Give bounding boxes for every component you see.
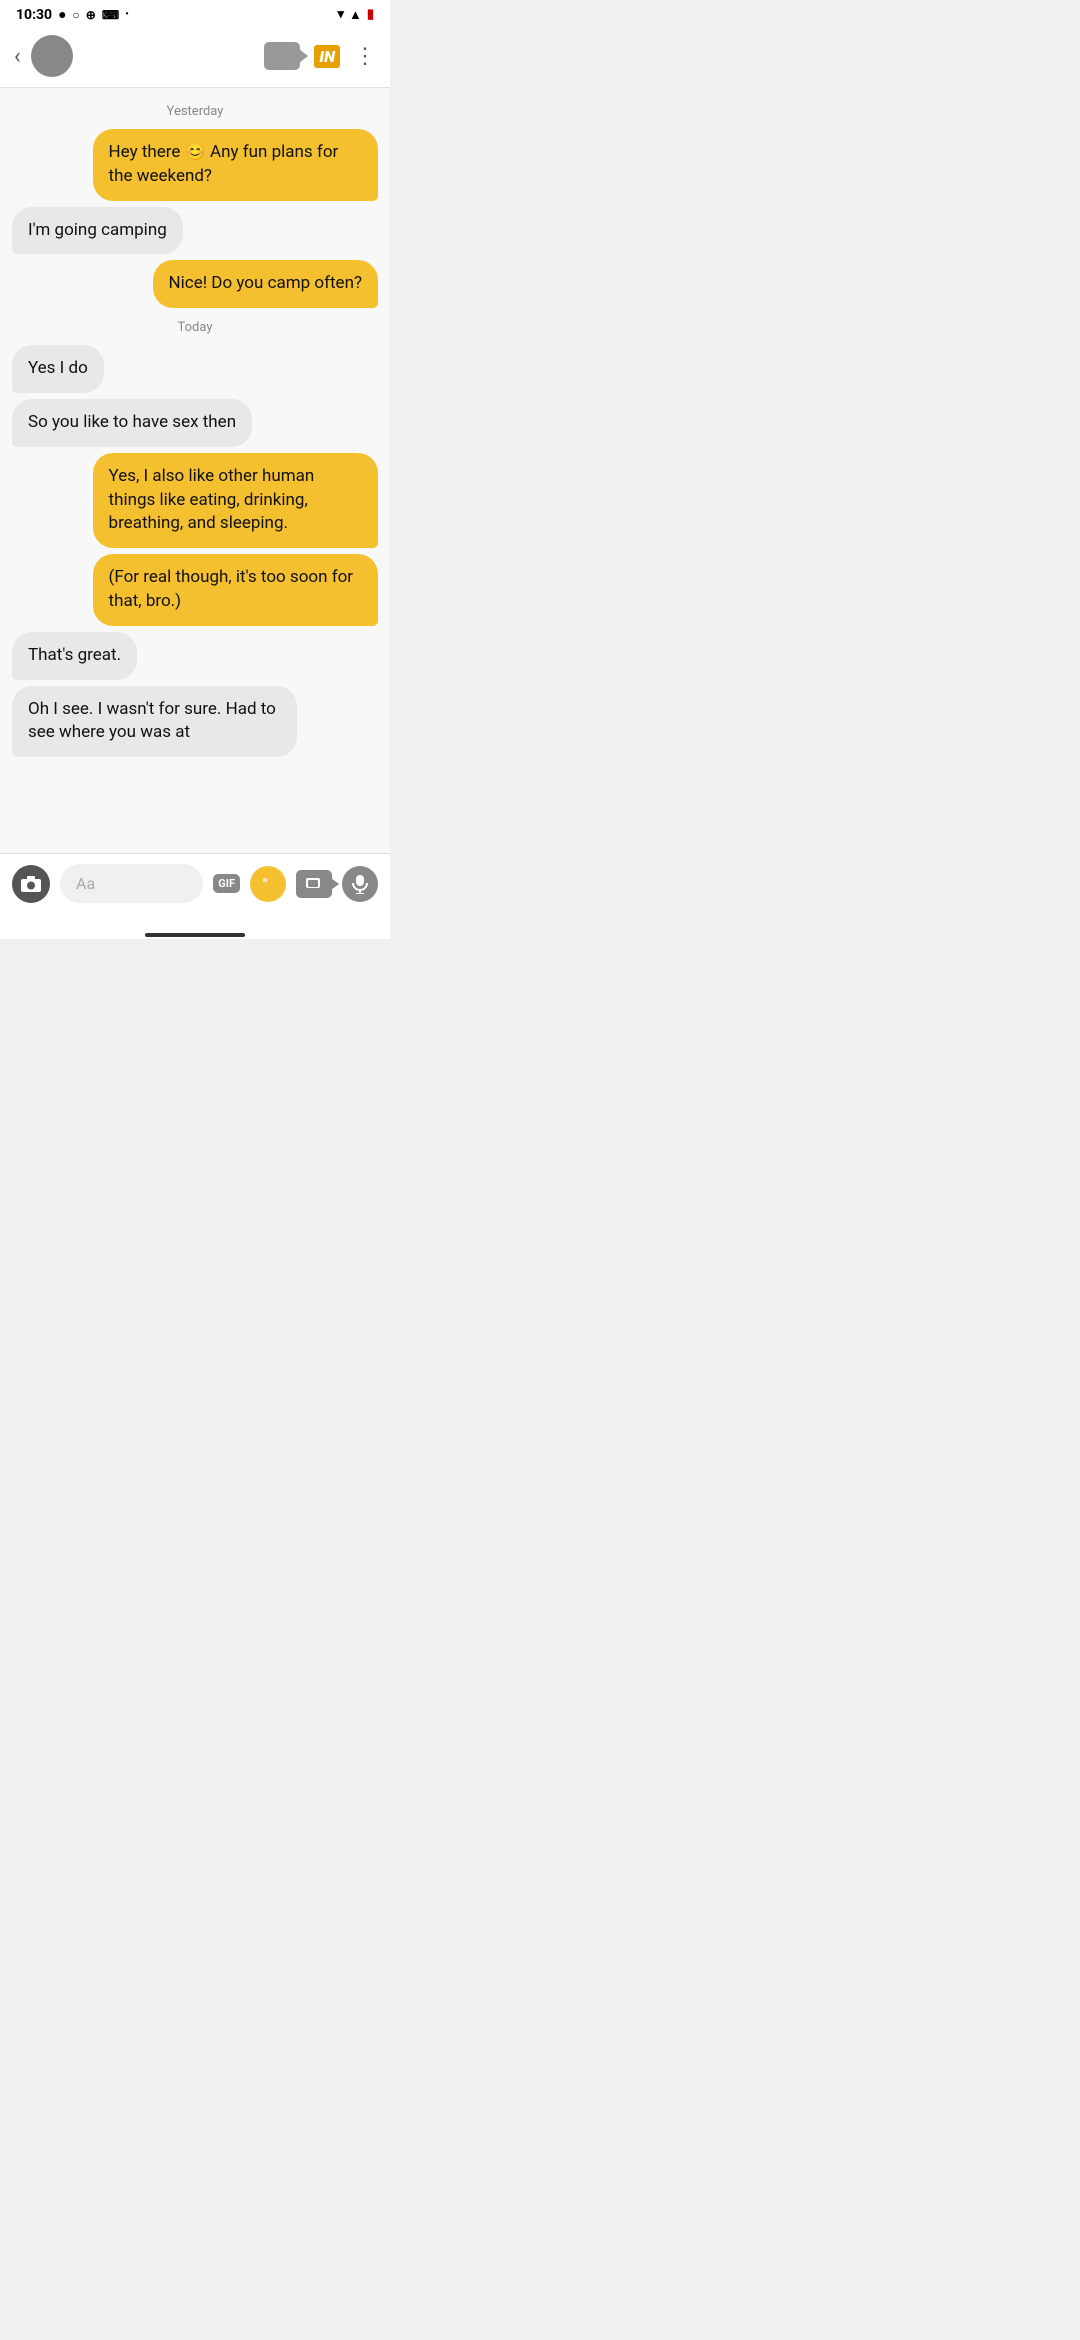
message-row-1: Hey there 😊 Any fun plans for the weeken… [12,129,378,201]
yesterday-label: Yesterday [12,104,378,119]
gif-button[interactable]: GIF [213,874,240,893]
message-bubble-9[interactable]: Oh I see. I wasn't for sure. Had to see … [12,686,297,758]
message-text-3: Nice! Do you camp often? [169,273,362,293]
battery-icon: ▮ [367,7,374,22]
today-label: Today [12,320,378,335]
message-text-6: Yes, I also like other human things like… [109,466,315,534]
message-bubble-4[interactable]: Yes I do [12,345,104,393]
message-row-9: Oh I see. I wasn't for sure. Had to see … [12,686,378,758]
chat-area: Yesterday Hey there 😊 Any fun plans for … [0,88,390,853]
screen-icon [306,878,322,890]
quote-button[interactable]: " [250,866,286,902]
avatar-area [31,35,265,77]
message-text-1: Hey there 😊 Any fun plans for the weeken… [109,142,339,186]
message-text-5: So you like to have sex then [28,412,236,432]
status-left: 10:30 ● ○ ⊕ ⌨ • [16,6,129,23]
microphone-button[interactable] [342,866,378,902]
message-bubble-5[interactable]: So you like to have sex then [12,399,252,447]
message-row-2: I'm going camping [12,207,378,255]
message-text-4: Yes I do [28,358,88,378]
message-text-9: Oh I see. I wasn't for sure. Had to see … [28,699,276,743]
in-badge[interactable]: IN [314,45,340,68]
screen-share-button[interactable] [296,870,332,898]
message-text-8: That's great. [28,645,121,665]
home-bar [145,933,245,937]
dot-icon: ● [58,6,66,23]
more-options-button[interactable]: ⋮ [354,44,376,69]
message-row-4: Yes I do [12,345,378,393]
video-call-button[interactable] [264,42,300,70]
keyboard-icon: ⌨ [102,8,119,22]
message-text-7: (For real though, it's too soon for that… [109,567,354,611]
camera-button[interactable] [12,865,50,903]
quote-icon: " [258,874,278,894]
status-bar: 10:30 ● ○ ⊕ ⌨ • ▾ ▲ ▮ [0,0,390,27]
message-row-8: That's great. [12,632,378,680]
svg-text:": " [263,877,268,893]
signal-icon: ▲ [349,7,362,23]
back-button[interactable]: ‹ [14,44,31,69]
input-placeholder: Aa [76,874,95,893]
message-bubble-7[interactable]: (For real though, it's too soon for that… [93,554,378,626]
wifi-icon: ▾ [337,7,344,22]
avatar[interactable] [31,35,73,77]
header: ‹ IN ⋮ [0,27,390,88]
message-bubble-3[interactable]: Nice! Do you camp often? [153,260,378,308]
message-bubble-8[interactable]: That's great. [12,632,137,680]
message-row-3: Nice! Do you camp often? [12,260,378,308]
mic-icon [351,874,369,894]
message-bubble-1[interactable]: Hey there 😊 Any fun plans for the weeken… [93,129,378,201]
message-input[interactable]: Aa [60,864,203,903]
circle-icon: ○ [73,8,80,22]
dot2-icon: • [125,9,129,20]
status-time: 10:30 [16,7,52,23]
home-indicator [0,927,390,939]
header-actions: IN ⋮ [264,42,376,70]
message-row-5: So you like to have sex then [12,399,378,447]
message-row-7: (For real though, it's too soon for that… [12,554,378,626]
bottom-bar: Aa GIF " [0,853,390,927]
status-right: ▾ ▲ ▮ [337,7,374,23]
message-bubble-2[interactable]: I'm going camping [12,207,183,255]
message-bubble-6[interactable]: Yes, I also like other human things like… [93,453,378,548]
message-text-2: I'm going camping [28,220,167,240]
message-row-6: Yes, I also like other human things like… [12,453,378,548]
camera-icon [20,875,42,893]
pinterest-icon: ⊕ [86,8,96,22]
